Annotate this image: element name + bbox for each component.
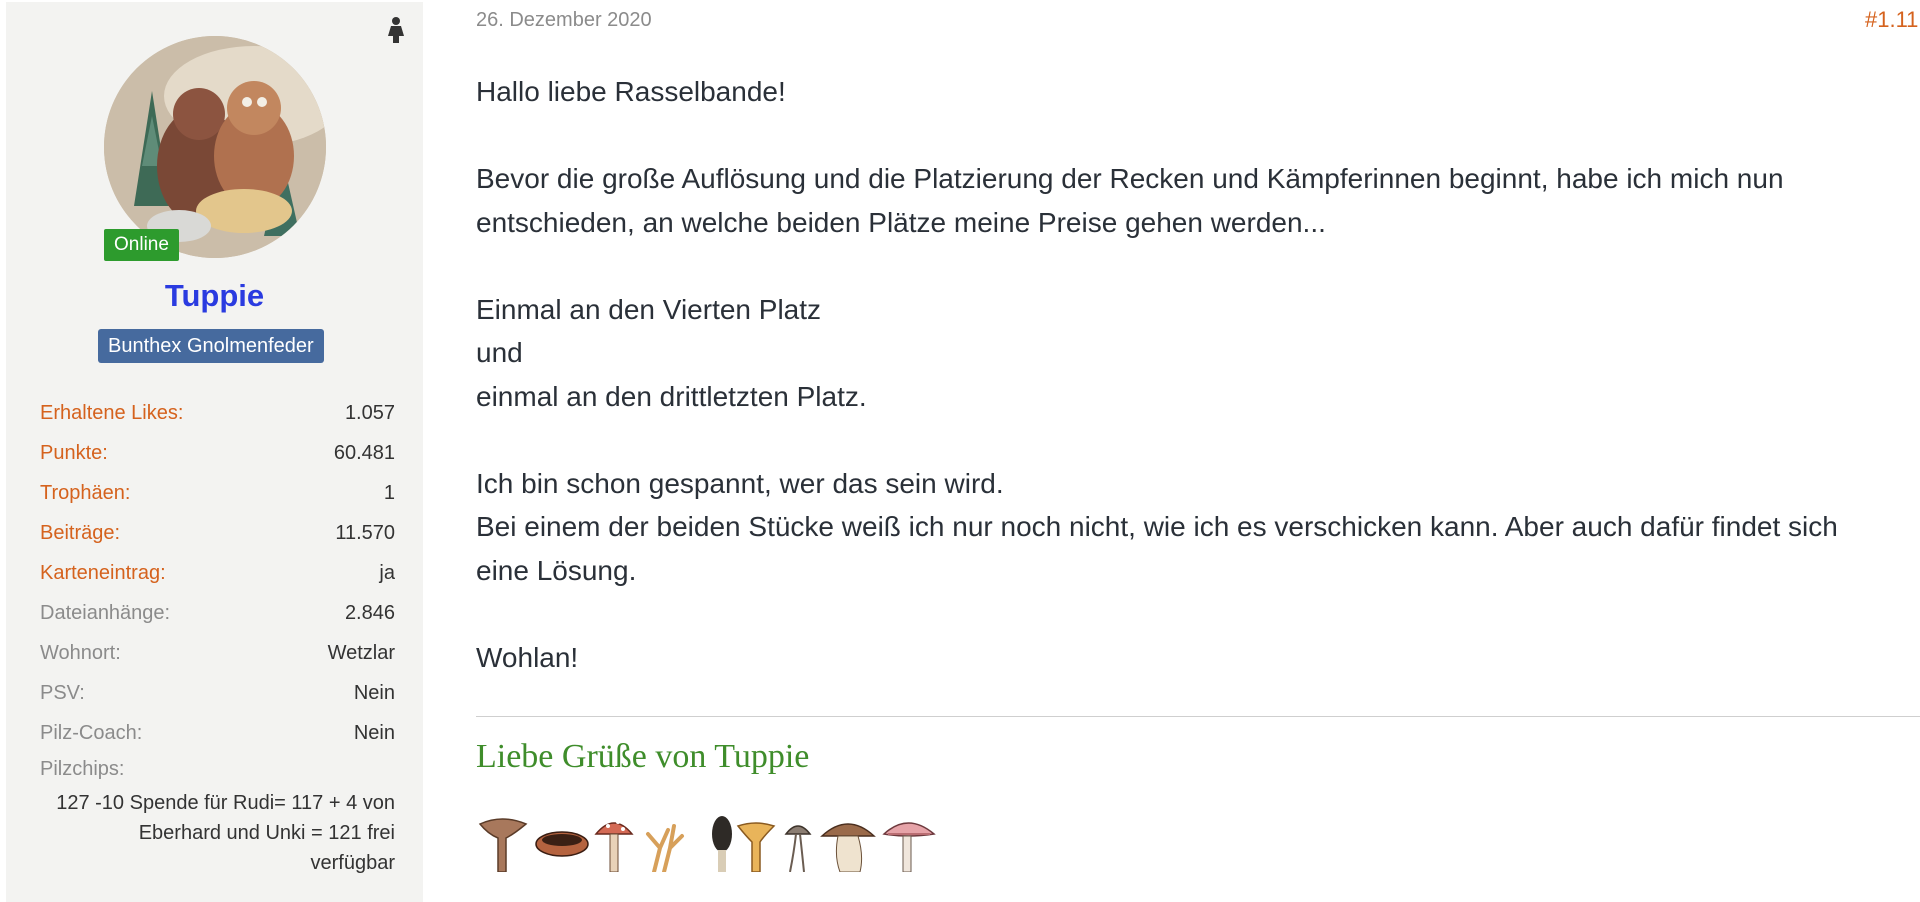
stat-value: 1 [383, 482, 395, 504]
post-line: Hallo liebe Rasselbande! [476, 76, 786, 107]
post-line: und [476, 337, 523, 368]
stat-label[interactable]: Trophäen: [40, 477, 130, 509]
stat-value: Nein [353, 682, 395, 704]
stat-row-points: Punkte: 60.481 [40, 437, 395, 477]
pilzchips-value: 127 -10 Spende für Rudi= 117 + 4 von Ebe… [40, 788, 395, 878]
user-rank-badge: Bunthex Gnolmenfeder [98, 329, 324, 363]
post-line: Einmal an den Vierten Platz [476, 293, 822, 325]
stat-row-likes: Erhaltene Likes: 1.057 [40, 397, 395, 437]
stat-label[interactable]: Erhaltene Likes: [40, 397, 183, 429]
stat-row-psv: PSV: Nein [40, 677, 395, 717]
stat-row-attachments: Dateianhänge: 2.846 [40, 597, 395, 637]
post-date[interactable]: 26. Dezember 2020 [476, 9, 652, 32]
stat-value: 60.481 [333, 442, 395, 464]
online-status-badge: Online [104, 229, 179, 261]
username[interactable]: Tuppie [6, 278, 423, 314]
stat-label: Wohnort: [40, 642, 121, 664]
post-line: Ich bin schon gespannt, wer das sein wir… [476, 467, 1004, 499]
post-line: Bevor die große Auflösung und die Platzi… [476, 163, 1784, 194]
stat-value: 11.570 [335, 522, 395, 544]
stat-row-map-entry: Karteneintrag: ja [40, 557, 395, 597]
stat-value: 2.846 [344, 602, 395, 624]
female-icon [388, 17, 404, 43]
pilzchips-line: Eberhard und Unki = 121 frei [138, 822, 395, 844]
stat-value: ja [379, 562, 395, 584]
post-line: Wohlan! [476, 641, 579, 673]
stat-label: PSV: [40, 682, 85, 704]
stat-row-location: Wohnort: Wetzlar [40, 637, 395, 677]
post-line: Bei einem der beiden Stücke weiß ich nur… [476, 511, 1838, 542]
stat-value: Nein [353, 722, 395, 744]
avatar[interactable] [104, 36, 326, 258]
stat-label: Pilz-Coach: [40, 722, 143, 744]
post-number-link[interactable]: #1.11 [1865, 7, 1918, 33]
pilzchips-line: 127 -10 Spende für Rudi= 117 + 4 von [56, 792, 395, 814]
post-body: Hallo liebe Rasselbande! Bevor die große… [476, 70, 1920, 679]
signature-text: Liebe Grüße von Tuppie [476, 738, 810, 775]
pilzchips-line: verfügbar [310, 852, 396, 874]
stat-row-pilz-coach: Pilz-Coach: Nein [40, 717, 395, 757]
stat-value: Wetzlar [327, 642, 395, 664]
stat-label[interactable]: Karteneintrag: [40, 557, 166, 589]
post-line: einmal an den drittletzten Platz. [476, 380, 867, 412]
mushroom-icons [478, 816, 936, 872]
pilzchips-label: Pilzchips: [40, 758, 125, 780]
stat-row-posts: Beiträge: 11.570 [40, 517, 395, 557]
signature-divider [476, 716, 1920, 717]
stat-value: 1.057 [344, 402, 395, 424]
stat-label: Dateianhänge: [40, 602, 171, 624]
user-stats: Erhaltene Likes: 1.057 Punkte: 60.481 Tr… [40, 397, 395, 757]
post-line: eine Lösung. [476, 554, 637, 586]
user-sidebar: Online Tuppie Bunthex Gnolmenfeder Erhal… [6, 2, 423, 902]
post-line: entschieden, an welche beiden Plätze mei… [476, 206, 1326, 238]
stat-label[interactable]: Beiträge: [40, 517, 120, 549]
stat-label[interactable]: Punkte: [40, 437, 108, 469]
stat-row-trophies: Trophäen: 1 [40, 477, 395, 517]
